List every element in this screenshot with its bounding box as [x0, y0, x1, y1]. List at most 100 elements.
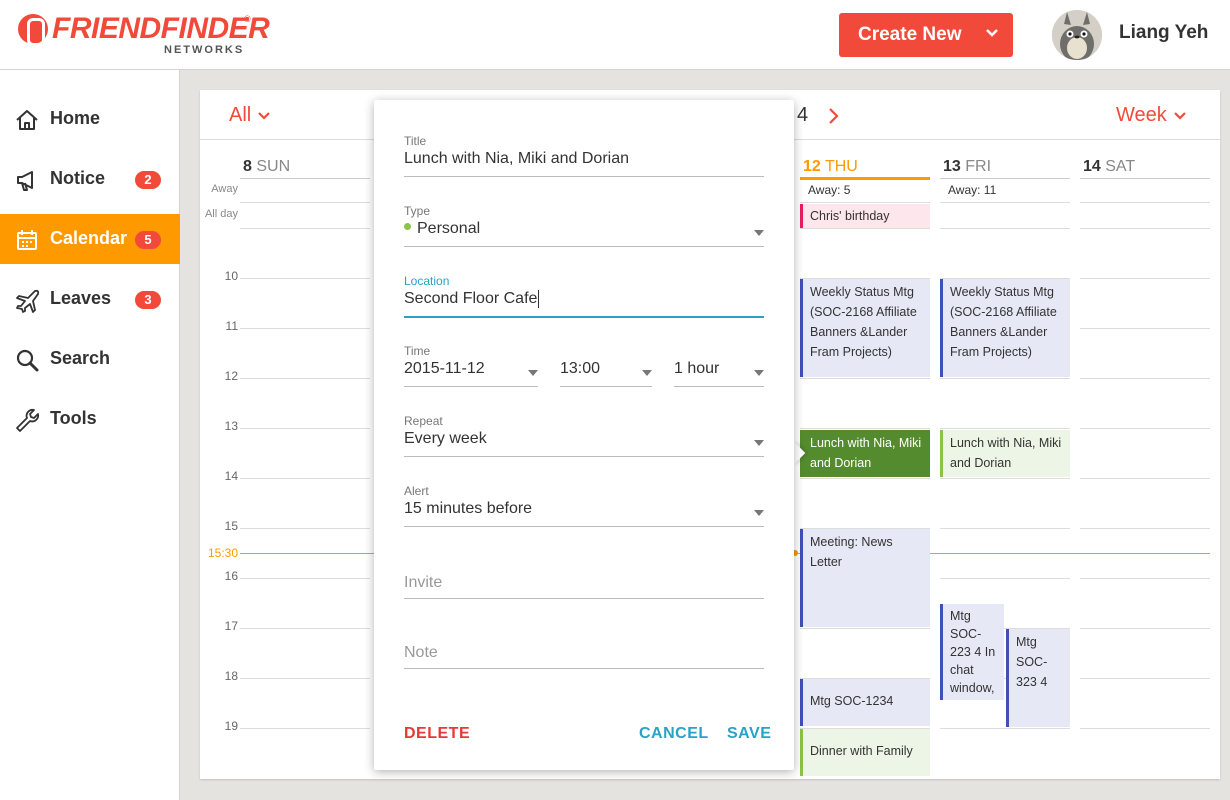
row-divider	[940, 202, 1070, 203]
day-header-sat[interactable]: 14 SAT	[1083, 158, 1135, 176]
search-icon	[16, 349, 39, 372]
megaphone-icon	[17, 171, 33, 191]
away-count-fri[interactable]: Away: 11	[948, 183, 996, 197]
away-row-label: Away	[211, 183, 238, 195]
invite-placeholder: Invite	[404, 574, 443, 591]
sidebar-item-home[interactable]: Home	[0, 94, 180, 144]
sidebar-item-label: Home	[50, 108, 101, 128]
hour-gridline	[1080, 578, 1210, 579]
field-underline	[404, 598, 764, 599]
personal-dot-icon	[404, 223, 411, 231]
user-name[interactable]: Liang Yeh	[1119, 22, 1208, 44]
title-input[interactable]: Lunch with Nia, Miki and Dorian	[404, 150, 629, 172]
hour-gridline	[800, 628, 930, 629]
hour-gridline	[1080, 678, 1210, 679]
event-soc-1234[interactable]: Mtg SOC-1234	[800, 679, 930, 726]
day-divider	[940, 178, 1070, 179]
avatar[interactable]	[1052, 10, 1102, 60]
hour-gridline	[940, 428, 1070, 429]
hour-gridline	[1080, 328, 1210, 329]
row-divider	[800, 228, 930, 229]
sidebar-item-label: Tools	[50, 408, 97, 428]
field-underline	[404, 456, 764, 457]
delete-button[interactable]: DELETE	[404, 725, 470, 743]
hour-gridline	[240, 278, 370, 279]
chevron-down-icon	[258, 111, 271, 120]
day-divider	[1080, 178, 1210, 179]
field-underline	[404, 176, 764, 177]
hour-gridline	[940, 528, 1070, 529]
event-dinner-family[interactable]: Dinner with Family	[800, 729, 930, 776]
create-new-button[interactable]: Create New	[839, 13, 1013, 57]
hour-gridline	[240, 328, 370, 329]
allday-row-label: All day	[204, 208, 238, 220]
day-header-sun[interactable]: 8 SUN	[243, 158, 290, 176]
hour-label: 19	[224, 719, 238, 733]
hour-gridline	[240, 578, 370, 579]
hour-gridline	[240, 728, 370, 729]
day-number: 8	[243, 158, 252, 175]
hour-gridline	[240, 678, 370, 679]
event-lunch-fri[interactable]: Lunch with Nia, Miki and Dorian	[940, 430, 1070, 477]
duration-select[interactable]: 1 hour	[674, 360, 719, 382]
brand-subtitle: NETWORKS	[164, 44, 245, 56]
calendar-count-badge: 5	[135, 231, 161, 249]
location-value: Second Floor Cafe	[404, 290, 538, 308]
sidebar-item-notice[interactable]: Notice 2	[0, 154, 180, 204]
event-soc-2234[interactable]: Mtg SOC-223 4 In chat window, ...	[940, 604, 1004, 700]
alert-label: Alert	[404, 484, 429, 498]
day-header-fri[interactable]: 13 FRI	[943, 158, 991, 176]
hour-gridline	[240, 628, 370, 629]
hour-gridline	[940, 378, 1070, 379]
event-weekly-status-thu[interactable]: Weekly Status Mtg (SOC-2168 Affiliate Ba…	[800, 279, 930, 377]
away-count-thu[interactable]: Away: 5	[808, 183, 850, 197]
brand-logo[interactable]: FRIENDFINDER ® NETWORKS	[18, 14, 270, 58]
sidebar-item-tools[interactable]: Tools	[0, 394, 180, 444]
event-news-letter[interactable]: Meeting: News Letter	[800, 529, 930, 627]
sidebar-item-search[interactable]: Search	[0, 334, 180, 384]
day-name: FRI	[965, 158, 992, 175]
hour-gridline	[800, 428, 930, 429]
totoro-avatar-icon	[1052, 10, 1102, 60]
time-select[interactable]: 13:00	[560, 360, 600, 382]
create-new-label: Create New	[858, 24, 962, 45]
location-input[interactable]: Second Floor Cafe	[404, 290, 540, 312]
hour-label: 17	[224, 619, 238, 633]
hour-gridline	[240, 378, 370, 379]
day-header-thu[interactable]: 12 THU	[803, 158, 858, 176]
sidebar-item-calendar[interactable]: Calendar 5	[0, 214, 180, 264]
field-underline	[404, 668, 764, 669]
home-icon	[16, 110, 38, 130]
sidebar-item-leaves[interactable]: Leaves 3	[0, 274, 180, 324]
hour-gridline	[940, 728, 1070, 729]
event-soc-3234[interactable]: Mtg SOC-323 4	[1006, 629, 1070, 727]
day-divider	[240, 178, 370, 179]
hour-gridline	[1080, 528, 1210, 529]
type-value: Personal	[404, 220, 480, 242]
note-placeholder: Note	[404, 644, 438, 661]
dropdown-arrow-icon	[754, 440, 764, 446]
view-dropdown[interactable]: Week	[1116, 104, 1187, 127]
sidebar-item-label: Search	[50, 348, 111, 368]
filter-dropdown[interactable]: All	[229, 104, 271, 127]
alert-value: 15 minutes before	[404, 500, 533, 517]
sidebar-item-label: Leaves	[50, 288, 112, 308]
hour-gridline	[240, 528, 370, 529]
hour-gridline	[1080, 728, 1210, 729]
cancel-button[interactable]: CANCEL	[639, 725, 709, 743]
hour-gridline	[1080, 378, 1210, 379]
current-time-label: 15:30	[207, 546, 238, 560]
dropdown-arrow-icon	[754, 230, 764, 236]
event-weekly-status-fri[interactable]: Weekly Status Mtg (SOC-2168 Affiliate Ba…	[940, 279, 1070, 377]
time-label: Time	[404, 344, 431, 358]
today-indicator	[800, 177, 930, 180]
type-label: Type	[404, 204, 431, 218]
chevron-right-icon[interactable]	[826, 106, 842, 126]
event-lunch-thu[interactable]: Lunch with Nia, Miki and Dorian	[800, 430, 930, 477]
calendar-icon	[17, 230, 37, 250]
date-select[interactable]: 2015-11-12	[404, 360, 485, 382]
event-editor-popup: Title Lunch with Nia, Miki and Dorian Ty…	[374, 100, 794, 770]
field-underline	[404, 526, 764, 527]
save-button[interactable]: SAVE	[727, 725, 771, 743]
event-chris-birthday[interactable]: Chris' birthday	[800, 204, 930, 228]
